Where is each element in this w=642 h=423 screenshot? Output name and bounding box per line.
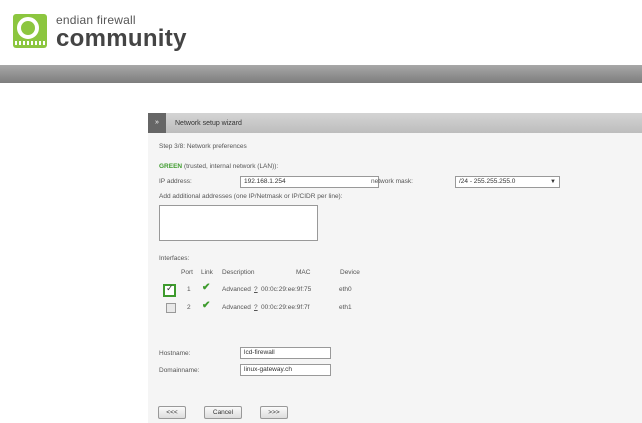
dropdown-arrow-icon: ▼ <box>550 179 556 185</box>
column-port: Port <box>181 269 193 276</box>
column-description: Description <box>222 269 255 276</box>
next-button[interactable]: >>> <box>260 406 288 419</box>
network-mask-label: network mask: <box>371 178 413 185</box>
network-mask-select[interactable]: /24 - 255.255.255.0 ▼ <box>455 176 560 188</box>
ip-address-input[interactable]: 192.168.1.254 <box>240 176 379 188</box>
column-mac: MAC <box>296 269 311 276</box>
help-link-1[interactable]: ? <box>254 286 258 293</box>
link-ok-icon: ✔ <box>202 282 211 293</box>
wizard-header: » Network setup wizard <box>148 113 642 133</box>
wizard-title: Network setup wizard <box>175 119 242 127</box>
zone-name: GREEN <box>159 163 183 170</box>
interface-checkbox-1[interactable] <box>163 283 176 297</box>
interface-mac-1: 00:0c:29:ee:9f:75 <box>261 286 312 293</box>
interface-checkbox-2[interactable] <box>166 303 176 313</box>
interfaces-label: Interfaces: <box>159 255 190 262</box>
step-label: Step 3/8: Network preferences <box>159 143 247 150</box>
endian-logo: endian firewall community <box>13 14 187 51</box>
interface-port-1: 1 <box>187 286 191 293</box>
zone-description: (trusted, internal network (LAN)): <box>183 163 279 170</box>
interface-device-1: eth0 <box>339 286 352 293</box>
network-mask-value: /24 - 255.255.255.0 <box>459 178 516 185</box>
logo-text-bottom: community <box>56 25 187 52</box>
zone-heading: GREEN (trusted, internal network (LAN)): <box>159 163 278 170</box>
interface-mac-2: 00:0c:29:ee:9f:7f <box>261 304 310 311</box>
column-link: Link <box>201 269 213 276</box>
top-navigation-bar <box>0 65 642 83</box>
network-setup-wizard-panel: » Network setup wizard Step 3/8: Network… <box>148 113 642 423</box>
wizard-header-icon[interactable]: » <box>148 113 166 133</box>
hostname-label: Hostname: <box>159 350 191 357</box>
additional-addresses-label: Add additional addresses (one IP/Netmask… <box>159 193 343 200</box>
link-ok-icon: ✔ <box>202 300 211 311</box>
domainname-input[interactable]: linux-gateway.ch <box>240 364 331 376</box>
previous-button[interactable]: <<< <box>158 406 186 419</box>
hostname-input[interactable]: lcd-firewall <box>240 347 331 359</box>
ip-address-label: IP address: <box>159 178 192 185</box>
domainname-label: Domainname: <box>159 367 200 374</box>
interface-port-2: 2 <box>187 304 191 311</box>
column-device: Device <box>340 269 360 276</box>
cancel-button[interactable]: Cancel <box>204 406 242 419</box>
interface-description-2: Advanced <box>222 304 251 311</box>
help-link-2[interactable]: ? <box>254 304 258 311</box>
interface-device-2: eth1 <box>339 304 352 311</box>
endian-logo-icon <box>13 14 47 48</box>
interface-description-1: Advanced <box>222 286 251 293</box>
additional-addresses-textarea[interactable] <box>159 205 318 241</box>
